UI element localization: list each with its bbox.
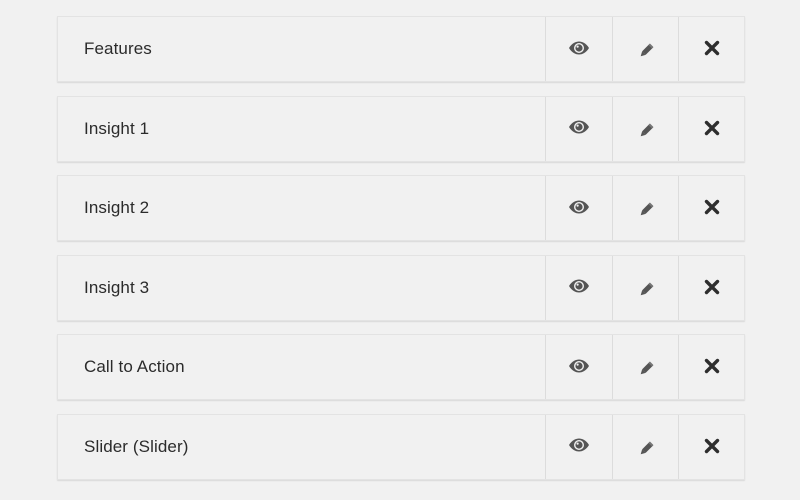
item-label: Insight 3	[84, 277, 150, 297]
view-button[interactable]	[545, 335, 612, 399]
remove-button[interactable]	[678, 255, 744, 320]
view-button[interactable]	[545, 176, 612, 240]
pencil-icon	[637, 360, 655, 378]
eye-icon	[568, 40, 590, 56]
remove-button[interactable]	[678, 17, 744, 81]
close-icon	[704, 199, 720, 215]
view-button[interactable]	[545, 414, 612, 479]
remove-button[interactable]	[678, 96, 744, 161]
eye-icon	[568, 119, 590, 135]
section-list: Features Insight 1 Insight 2 Insight 3 C…	[57, 16, 745, 493]
pencil-icon	[637, 201, 655, 219]
remove-button[interactable]	[678, 335, 744, 399]
close-icon	[704, 279, 720, 295]
view-button[interactable]	[545, 17, 612, 81]
list-item[interactable]: Insight 3	[57, 254, 745, 321]
item-label: Insight 1	[84, 118, 150, 138]
list-item[interactable]: Insight 1	[57, 95, 745, 162]
pencil-icon	[637, 281, 655, 299]
eye-icon	[568, 358, 590, 374]
edit-button[interactable]	[612, 96, 678, 161]
view-button[interactable]	[545, 96, 612, 161]
eye-icon	[568, 437, 590, 453]
item-label: Call to Action	[84, 357, 185, 376]
edit-button[interactable]	[612, 255, 678, 320]
remove-button[interactable]	[678, 414, 744, 479]
edit-button[interactable]	[612, 414, 678, 479]
list-item[interactable]: Features	[57, 16, 745, 82]
edit-button[interactable]	[612, 335, 678, 399]
list-item[interactable]: Slider (Slider)	[57, 413, 745, 480]
item-label: Slider (Slider)	[84, 436, 189, 456]
close-icon	[704, 438, 720, 454]
pencil-icon	[637, 42, 655, 60]
close-icon	[704, 120, 720, 136]
remove-button[interactable]	[678, 176, 744, 240]
eye-icon	[568, 199, 590, 215]
view-button[interactable]	[545, 255, 612, 320]
list-item[interactable]: Call to Action	[57, 334, 745, 400]
eye-icon	[568, 278, 590, 294]
pencil-icon	[637, 440, 655, 458]
pencil-icon	[637, 122, 655, 140]
edit-button[interactable]	[612, 17, 678, 81]
list-item[interactable]: Insight 2	[57, 175, 745, 241]
item-label: Features	[84, 39, 152, 58]
item-label: Insight 2	[84, 198, 150, 217]
edit-button[interactable]	[612, 176, 678, 240]
close-icon	[704, 40, 720, 56]
close-icon	[704, 358, 720, 374]
